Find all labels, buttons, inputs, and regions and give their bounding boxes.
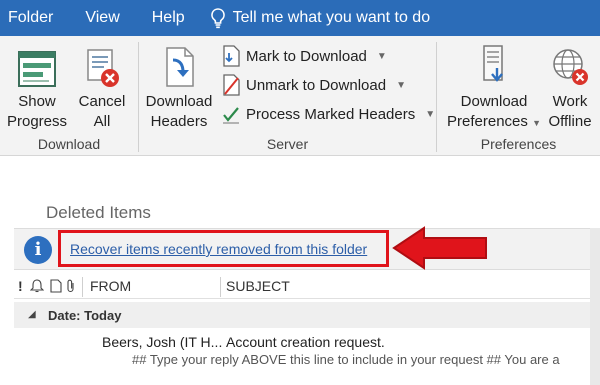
work-offline-label-1: Work (552, 93, 588, 110)
download-headers-label-2: Headers (150, 113, 208, 130)
reminder-bell-icon[interactable] (29, 279, 45, 296)
menu-help[interactable]: Help (136, 0, 201, 36)
lightbulb-icon (210, 8, 225, 29)
unmark-download-icon (220, 74, 242, 96)
checkmark-icon (220, 103, 242, 125)
show-progress-button[interactable]: Show Progress (6, 42, 68, 132)
mail-subject: Account creation request. (226, 334, 385, 350)
download-group: Show Progress Cancel All Download (0, 36, 138, 156)
cancel-all-button[interactable]: Cancel All (72, 42, 132, 132)
tell-me-label: Tell me what you want to do (232, 9, 431, 26)
work-offline-button[interactable]: Work Offline (544, 42, 596, 132)
progress-window-icon (18, 51, 56, 87)
subject-column-header[interactable]: SUBJECT (226, 278, 290, 294)
server-download-icon (483, 45, 503, 82)
tell-me-search[interactable]: Tell me what you want to do (201, 0, 446, 36)
document-column-icon[interactable] (50, 279, 62, 296)
column-divider[interactable] (82, 277, 83, 297)
chevron-down-icon[interactable]: ▼ (396, 80, 406, 91)
cancel-all-label-2: All (93, 113, 111, 130)
download-headers-label-1: Download (145, 93, 213, 110)
column-divider[interactable] (220, 277, 221, 297)
show-progress-label-1: Show (18, 93, 56, 110)
unmark-to-download-label: Unmark to Download (246, 76, 387, 94)
column-header: ! FROM SUBJECT (14, 275, 590, 299)
download-preferences-label-2-text: Preferences (447, 113, 528, 130)
unmark-to-download-button[interactable]: Unmark to Download ▼ (220, 73, 406, 97)
chevron-down-icon: ▼ (532, 118, 541, 128)
show-progress-label-2: Progress (6, 113, 68, 130)
ribbon: Show Progress Cancel All Download Server (0, 36, 600, 156)
date-group-label: Date: Today (48, 308, 122, 323)
mark-download-icon (220, 45, 242, 67)
menu-view[interactable]: View (69, 0, 135, 36)
menu-folder[interactable]: Folder (0, 0, 69, 36)
download-group-title: Download (37, 136, 101, 152)
mark-to-download-label: Mark to Download (246, 47, 367, 65)
folder-title: Deleted Items (46, 203, 151, 222)
highlight-box (58, 230, 389, 267)
red-arrow-annotation (392, 226, 487, 270)
server-group-title: Server (266, 136, 309, 152)
mail-from: Beers, Josh (IT H... (102, 334, 223, 350)
menu-bar: Folder View Help Tell me what you want t… (0, 0, 600, 36)
collapse-triangle-icon[interactable]: ◢ (28, 309, 36, 320)
download-preferences-button[interactable]: Download Preferences ▼ (446, 42, 542, 133)
chevron-down-icon[interactable]: ▼ (377, 51, 387, 62)
chevron-down-icon[interactable]: ▼ (425, 109, 435, 120)
download-preferences-label-1: Download (460, 93, 528, 110)
process-marked-headers-button[interactable]: Process Marked Headers ▼ (220, 102, 435, 126)
mark-to-download-button[interactable]: Mark to Download ▼ (220, 44, 387, 68)
mail-item[interactable]: Beers, Josh (IT H... Account creation re… (14, 330, 590, 380)
importance-column-icon[interactable]: ! (18, 278, 23, 294)
blank-area (0, 157, 600, 197)
vertical-scrollbar[interactable] (590, 228, 600, 385)
download-preferences-label-2: Preferences ▼ (446, 112, 542, 133)
mail-preview: ## Type your reply ABOVE this line to in… (132, 352, 560, 367)
from-column-header[interactable]: FROM (90, 278, 131, 294)
process-marked-headers-label: Process Marked Headers (246, 105, 416, 123)
work-offline-label-2: Offline (548, 113, 592, 130)
cancel-all-label-1: Cancel (78, 93, 126, 110)
cancel-download-icon (87, 49, 119, 87)
date-group-header[interactable]: ◢ Date: Today (14, 302, 590, 328)
info-icon: i (24, 236, 52, 264)
attachment-paperclip-icon[interactable] (66, 279, 76, 296)
preferences-group-title: Preferences (480, 136, 557, 152)
download-headers-button[interactable]: Download Headers (142, 42, 216, 132)
globe-offline-icon (553, 49, 588, 85)
download-headers-icon (166, 47, 194, 87)
